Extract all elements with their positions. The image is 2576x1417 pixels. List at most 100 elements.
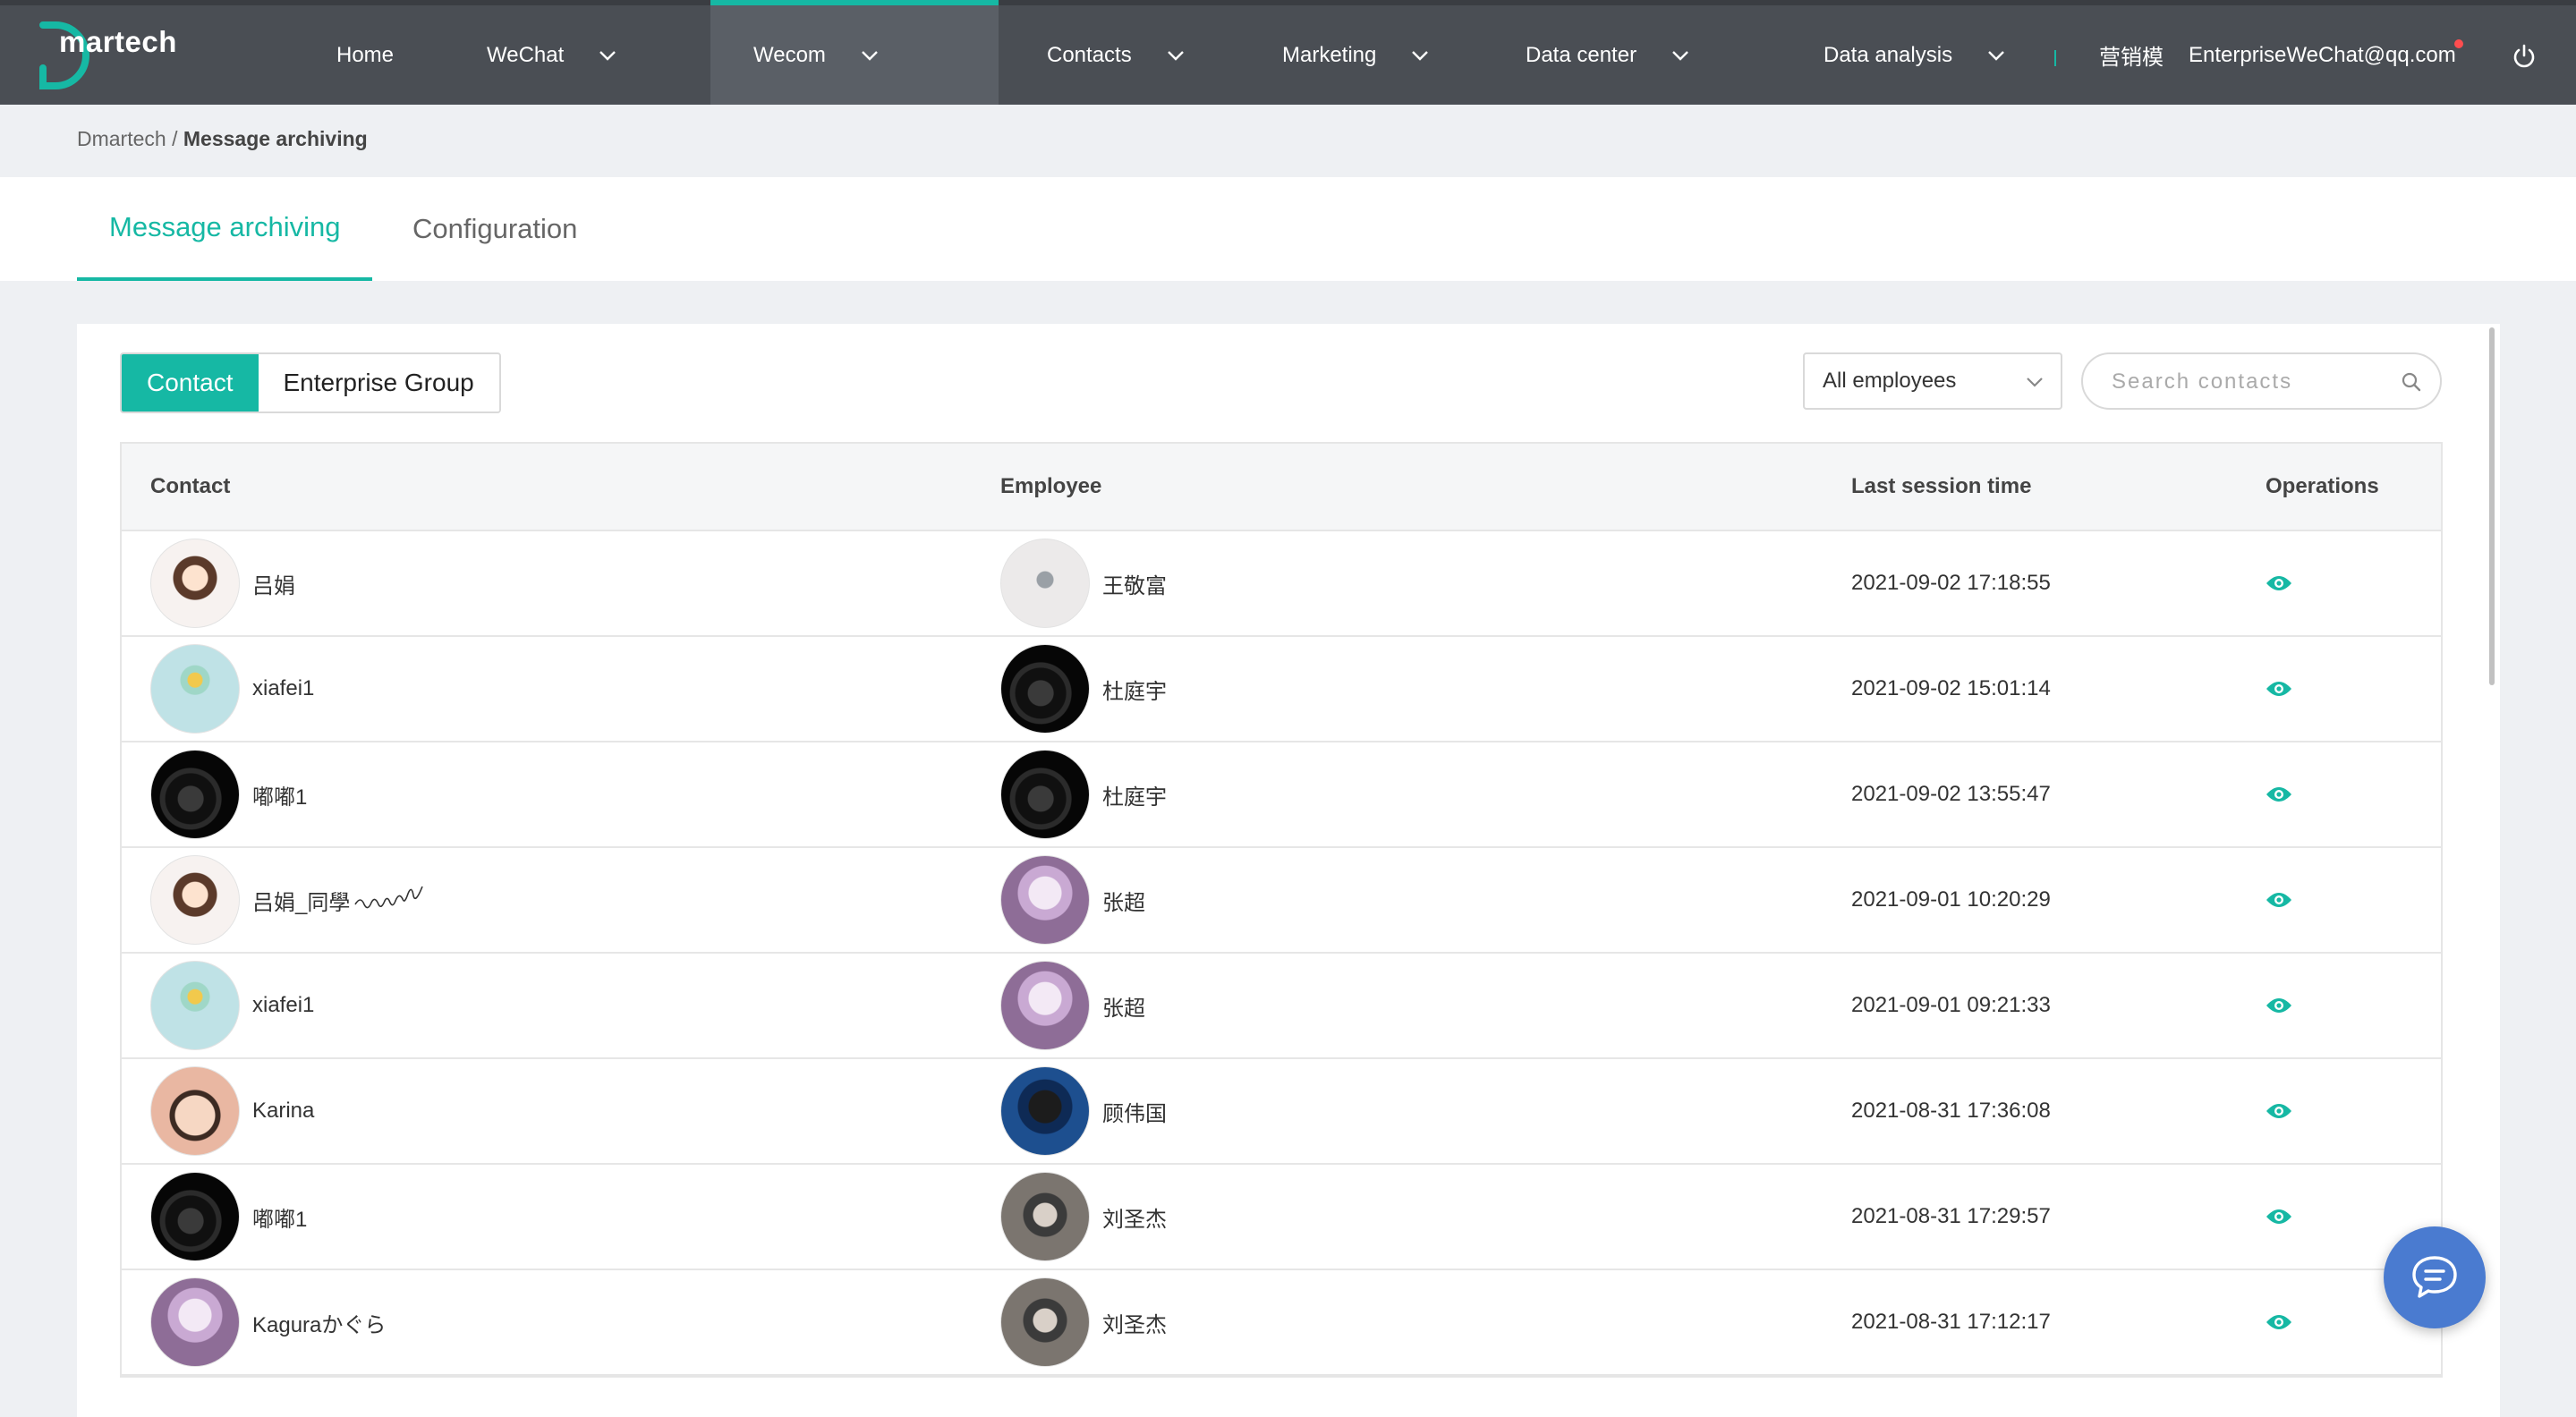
employee-avatar (1000, 1172, 1090, 1261)
contact-avatar (150, 1277, 240, 1367)
nav-data-analysis-label: Data analysis (1824, 42, 1953, 67)
last-session-time: 2021-09-02 17:18:55 (1851, 571, 2051, 595)
contact-name: 嘟嘟1 (252, 1207, 308, 1232)
employee-avatar (1000, 1066, 1090, 1156)
table-row: xiafei1 杜庭宇 2021-09-02 15:01:14 (122, 637, 2441, 742)
contact-name: Karina (252, 1099, 315, 1123)
nav-data-center-label: Data center (1526, 42, 1637, 67)
column-header-operations: Operations (2266, 474, 2379, 498)
account-email[interactable]: EnterpriseWeChat@qq.com (2189, 5, 2456, 105)
employee-avatar (1000, 750, 1090, 839)
chevron-down-icon (2027, 378, 2043, 387)
toggle-enterprise-group-button[interactable]: Enterprise Group (258, 354, 499, 412)
chevron-down-icon (1672, 50, 1688, 61)
top-navigation-bar: martech Home WeChat Wecom Contacts Marke… (0, 0, 2576, 105)
nav-marketing-label: Marketing (1282, 42, 1377, 67)
eye-icon[interactable] (2266, 1208, 2292, 1226)
breadcrumb-separator: / (166, 127, 183, 150)
nav-contacts[interactable]: Contacts (1047, 5, 1186, 105)
employee-avatar (1000, 539, 1090, 628)
employee-name: 杜庭宇 (1102, 679, 1167, 704)
last-session-time: 2021-09-01 09:21:33 (1851, 993, 2051, 1017)
org-name[interactable]: 营销模 (2099, 5, 2164, 105)
search-box (2081, 352, 2442, 410)
contact-avatar (150, 1066, 240, 1156)
tab-configuration-label: Configuration (412, 213, 578, 244)
search-icon[interactable] (2401, 371, 2422, 393)
handwritten-signature (354, 886, 424, 909)
employee-avatar (1000, 855, 1090, 945)
contact-avatar (150, 539, 240, 628)
contact-avatar (150, 855, 240, 945)
employee-name: 刘圣杰 (1102, 1207, 1167, 1232)
eye-icon[interactable] (2266, 997, 2292, 1014)
breadcrumb-current: Message archiving (183, 127, 368, 150)
table-row: 嘟嘟1 杜庭宇 2021-09-02 13:55:47 (122, 742, 2441, 848)
contact-name: 吕娟_同學 (252, 890, 351, 915)
breadcrumb: Dmartech / Message archiving (77, 127, 368, 151)
employee-name: 杜庭宇 (1102, 785, 1167, 810)
nav-data-analysis[interactable]: Data analysis (1824, 5, 2006, 105)
eye-icon[interactable] (2266, 574, 2292, 592)
nav-home[interactable]: Home (336, 5, 394, 105)
tab-message-archiving[interactable]: Message archiving (77, 177, 373, 281)
table-row: 吕娟_同學 张超 2021-09-01 10:20:29 (122, 848, 2441, 954)
employee-name: 张超 (1102, 996, 1145, 1021)
contact-name: Kaguraかぐら (252, 1312, 387, 1337)
nav-wechat[interactable]: WeChat (487, 5, 617, 105)
nav-wecom[interactable]: Wecom (710, 0, 999, 105)
chevron-down-icon (862, 50, 878, 61)
archive-table: Contact Employee Last session time Opera… (120, 442, 2443, 1378)
contact-type-toggle: Contact Enterprise Group (120, 352, 501, 413)
contact-avatar (150, 644, 240, 734)
nav-contacts-label: Contacts (1047, 42, 1132, 67)
table-row: Kaguraかぐら 刘圣杰 2021-08-31 17:12:17 (122, 1270, 2441, 1376)
table-header: Contact Employee Last session time Opera… (122, 444, 2441, 531)
column-header-employee: Employee (1000, 474, 1102, 498)
employee-avatar (1000, 1277, 1090, 1367)
employee-avatar (1000, 961, 1090, 1050)
breadcrumb-root[interactable]: Dmartech (77, 127, 166, 150)
column-header-last-session-time: Last session time (1851, 474, 2032, 498)
chevron-down-icon (1167, 50, 1184, 61)
chat-bubble-icon (2412, 1256, 2457, 1298)
employee-name: 顾伟国 (1102, 1101, 1167, 1126)
eye-icon[interactable] (2266, 891, 2292, 909)
tab-message-archiving-label: Message archiving (109, 211, 341, 242)
nav-data-center[interactable]: Data center (1526, 5, 1690, 105)
contact-avatar (150, 750, 240, 839)
employee-filter-select[interactable]: All employees (1803, 352, 2062, 410)
chevron-down-icon (1988, 50, 2004, 61)
chevron-down-icon (599, 50, 616, 61)
vertical-scrollbar[interactable] (2489, 327, 2495, 685)
last-session-time: 2021-08-31 17:36:08 (1851, 1099, 2051, 1123)
tab-bar: Message archiving Configuration (0, 177, 2576, 281)
last-session-time: 2021-09-01 10:20:29 (1851, 887, 2051, 912)
toggle-contact-button[interactable]: Contact (122, 354, 259, 412)
chat-support-button[interactable] (2384, 1226, 2486, 1328)
nav-home-label: Home (336, 42, 395, 67)
table-row: xiafei1 张超 2021-09-01 09:21:33 (122, 954, 2441, 1059)
search-input[interactable] (2110, 363, 2400, 401)
tab-configuration[interactable]: Configuration (412, 177, 577, 281)
nav-wecom-label: Wecom (753, 42, 826, 67)
eye-icon[interactable] (2266, 785, 2292, 803)
power-icon[interactable] (2511, 43, 2538, 70)
eye-icon[interactable] (2266, 1313, 2292, 1331)
contact-avatar (150, 961, 240, 1050)
nav-marketing[interactable]: Marketing (1282, 5, 1430, 105)
last-session-time: 2021-09-02 13:55:47 (1851, 782, 2051, 806)
eye-icon[interactable] (2266, 1102, 2292, 1120)
last-session-time: 2021-09-02 15:01:14 (1851, 676, 2051, 700)
eye-icon[interactable] (2266, 680, 2292, 698)
table-row: Karina 顾伟国 2021-08-31 17:36:08 (122, 1059, 2441, 1165)
logo-wordmark: martech (59, 25, 177, 58)
employee-filter-value: All employees (1823, 369, 1957, 393)
last-session-time: 2021-08-31 17:12:17 (1851, 1310, 2051, 1334)
nav-wechat-label: WeChat (487, 42, 565, 67)
table-row: 嘟嘟1 刘圣杰 2021-08-31 17:29:57 (122, 1165, 2441, 1270)
contact-name: xiafei1 (252, 993, 315, 1017)
contact-name: xiafei1 (252, 676, 315, 700)
chevron-down-icon (1412, 50, 1429, 61)
employee-name: 王敬富 (1102, 573, 1167, 598)
